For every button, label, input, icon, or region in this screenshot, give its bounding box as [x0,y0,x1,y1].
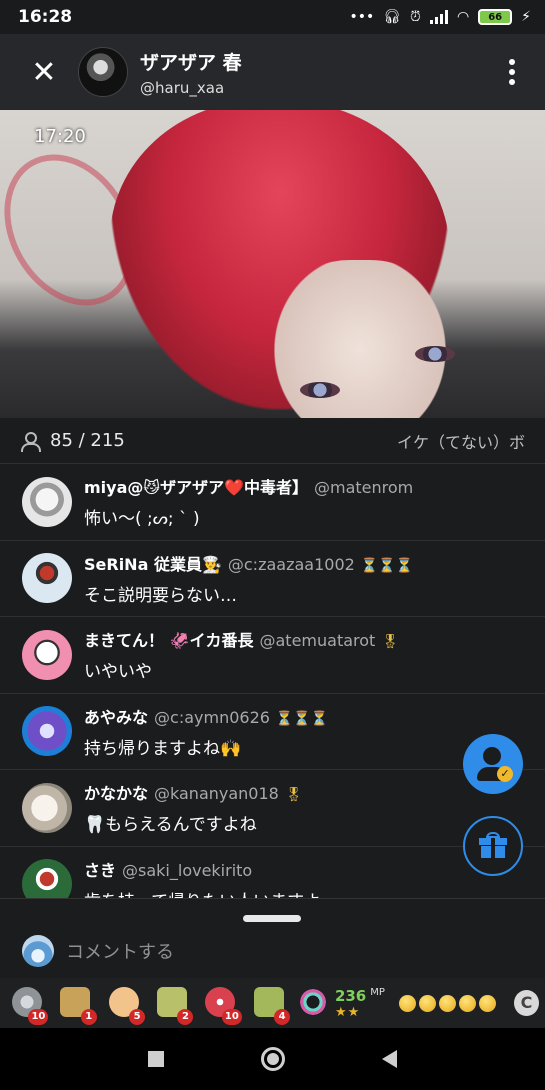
close-icon: ✕ [31,54,57,90]
comment-text: 持ち帰りますよね🙌 [84,738,242,759]
comment-text: 怖い〜( ;ᔕ; ` ) [84,509,200,530]
green-tea-gift[interactable]: 4 [248,981,292,1025]
host-info[interactable]: ザアザア 春 @haru_xaa [140,48,242,97]
tea-gift[interactable]: 1 [54,981,98,1025]
comment-row[interactable]: かなかな @kananyan018 🎖 🦷もらえるんですよね [0,770,545,847]
recents-button[interactable] [148,1051,165,1067]
gift-count: 1 [80,1009,97,1025]
commenter-handle: @c:aymn0626 [154,707,270,727]
gift-count: 2 [177,1009,194,1025]
my-avatar [22,935,54,967]
comment-row[interactable]: SeRiNa 従業員👨‍🍳 @c:zaazaa1002 ⏳⏳⏳ そこ説明要らない… [0,541,545,617]
more-dots-icon: ••• [349,9,375,25]
coin-icon [398,994,416,1012]
gift-icon [479,832,507,858]
rank-badge: 🎖 [381,634,400,651]
viewer-count: 85 / 215 [50,430,125,451]
mp-value: 236 [334,986,367,1005]
commenter-avatar[interactable] [22,629,72,680]
commenter-name[interactable]: かなかな [84,780,148,804]
viewer-icon [20,431,41,452]
gift-count: 10 [28,1009,49,1025]
coin-icon [438,994,456,1012]
disc-gift[interactable]: 10 [6,981,50,1025]
gift-button[interactable] [463,816,523,876]
back-button[interactable] [381,1050,397,1068]
tea-can-gift[interactable]: 2 [151,981,195,1025]
comment-input-area [0,898,545,978]
status-bar: 16:28 ••• 🎧︎ ⏰︎ ◠ 66 ⚡︎ [0,0,545,34]
rank-badge: ⏳⏳⏳ [275,710,329,727]
close-button[interactable]: ✕ [14,42,74,102]
coin-shop-button[interactable]: C [513,990,539,1016]
headphones-icon: 🎧︎ [383,9,402,25]
gift-count: 10 [221,1009,242,1025]
commenter-avatar[interactable] [22,476,72,527]
commenter-handle: @saki_lovekirito [122,860,253,880]
host-handle: @haru_xaa [140,78,225,97]
sparkle-icon [296,981,329,1025]
comment-list[interactable]: miya@😼ザアザア❤️中毒者】 @matenrom 怖い〜( ;ᔕ; ` ) … [0,464,545,898]
charging-icon: ⚡︎ [521,9,531,25]
commenter-handle: @atemuatarot [259,631,376,651]
wifi-icon: ◠ [456,9,470,25]
gift-count: 5 [129,1009,146,1025]
commenter-avatar[interactable] [22,859,72,898]
commenter-name[interactable]: あやみな [84,704,148,728]
signal-icon [429,10,448,24]
system-nav-bar [0,1028,545,1090]
comment-text: そこ説明要らない… [84,585,237,606]
alarm-icon: ⏰︎ [410,9,421,25]
rank-badge: ⏳⏳⏳ [360,557,414,574]
commenter-handle: @c:zaazaa1002 [227,554,355,574]
status-icons: ••• 🎧︎ ⏰︎ ◠ 66 ⚡︎ [349,9,531,25]
commenter-name[interactable]: まきてん！ 🦑イカ番長 [84,627,254,651]
gift-count: 4 [274,1009,291,1025]
comment-text: いやいや [84,662,152,683]
comment-text: 歯を持って帰りたい人いますよー [84,887,338,898]
drag-handle[interactable] [243,915,301,922]
live-video[interactable]: 17:20 [0,110,545,418]
video-timestamp: 17:20 [34,126,86,147]
more-options-button[interactable] [509,59,515,85]
commenter-name[interactable]: SeRiNa 従業員👨‍🍳 [84,551,222,575]
rank-badge: 🎖 [284,787,303,804]
status-time: 16:28 [18,7,73,27]
commenter-avatar[interactable] [22,782,72,833]
comment-row[interactable]: miya@😼ザアザア❤️中毒者】 @matenrom 怖い〜( ;ᔕ; ` ) [0,464,545,541]
host-avatar[interactable] [78,47,128,97]
meat-gift[interactable]: 10 [199,981,243,1025]
battery-icon: 66 [478,9,513,25]
commenter-name[interactable]: miya@😼ザアザア❤️中毒者】 [84,474,308,498]
stream-header: ✕ ザアザア 春 @haru_xaa [0,34,545,110]
mp-indicator: 236 MP ★★ [335,987,385,1020]
commenter-handle: @matenrom [314,478,414,498]
coin-meter [398,994,496,1012]
coin-icon [478,994,496,1012]
coin-icon [418,994,436,1012]
coin-icon [458,994,476,1012]
mp-stars: ★★ [334,1004,361,1020]
commenter-name[interactable]: さき [84,857,116,881]
mp-unit: MP [370,986,385,998]
viewer-bar: 85 / 215 イケ（てない）ボ [0,418,545,464]
comment-text: 🦷もらえるんですよね [84,815,257,836]
commenter-handle: @kananyan018 [154,784,279,804]
stream-title: イケ（てない）ボ [396,432,525,452]
home-button[interactable] [260,1047,285,1071]
comment-input[interactable] [66,939,446,965]
host-name: ザアザア 春 [140,51,242,74]
follow-button[interactable]: ✓ [463,734,523,794]
comment-row[interactable]: まきてん！ 🦑イカ番長 @atemuatarot 🎖 いやいや [0,617,545,694]
commenter-avatar[interactable] [22,553,72,604]
gift-bar: 10 1 5 2 10 4 236 MP ★★ C [0,978,545,1028]
commenter-avatar[interactable] [22,706,72,757]
clap-gift[interactable]: 5 [103,981,147,1025]
